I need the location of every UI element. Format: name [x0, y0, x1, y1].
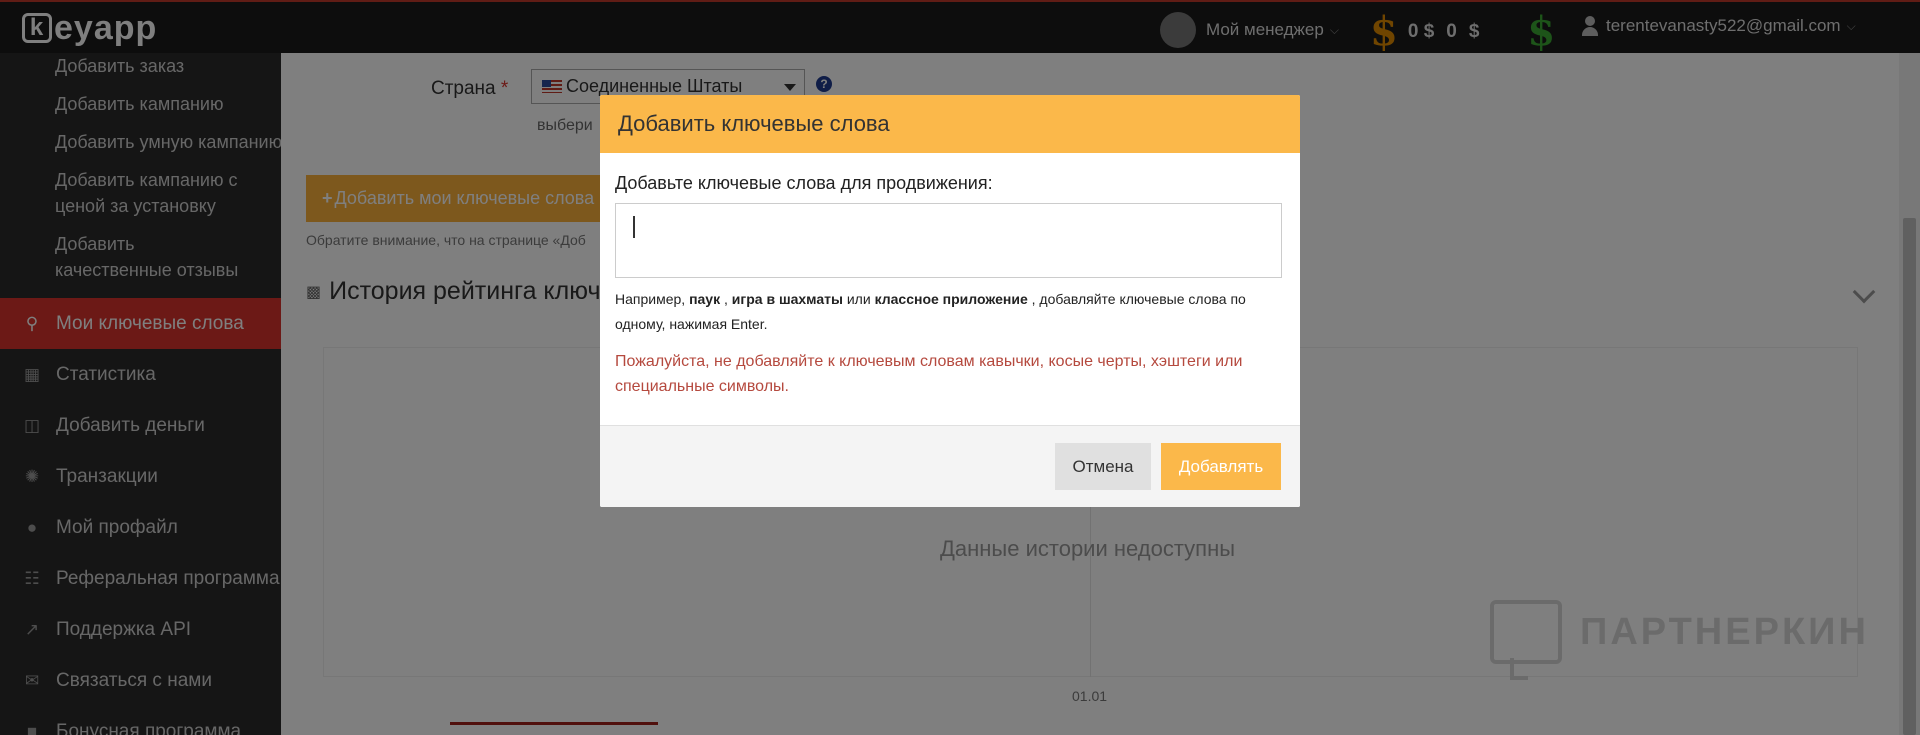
keywords-input[interactable] — [615, 203, 1282, 278]
keywords-help-text: Например, паук , игра в шахматы или клас… — [615, 287, 1285, 337]
modal-header: Добавить ключевые слова — [600, 95, 1300, 153]
help-sep-1: , — [720, 291, 732, 307]
keywords-warning: Пожалуйста, не добавляйте к ключевым сло… — [615, 353, 1243, 395]
modal-body: Добавьте ключевые слова для продвижения:… — [600, 173, 1300, 399]
keywords-field-label: Добавьте ключевые слова для продвижения: — [615, 173, 993, 193]
example-keyword-1: паук — [689, 291, 721, 307]
modal-footer: Отмена Добавлять — [600, 425, 1300, 507]
modal-title: Добавить ключевые слова — [618, 111, 890, 136]
example-keyword-2: игра в шахматы — [731, 291, 843, 307]
add-button[interactable]: Добавлять — [1161, 443, 1281, 490]
cancel-button[interactable]: Отмена — [1055, 443, 1151, 490]
help-sep-2: или — [842, 291, 875, 307]
text-cursor — [633, 216, 635, 238]
example-keyword-3: классное приложение — [874, 291, 1028, 307]
add-keywords-modal: Добавить ключевые слова Добавьте ключевы… — [600, 95, 1300, 507]
help-prefix: Например, — [615, 291, 690, 307]
